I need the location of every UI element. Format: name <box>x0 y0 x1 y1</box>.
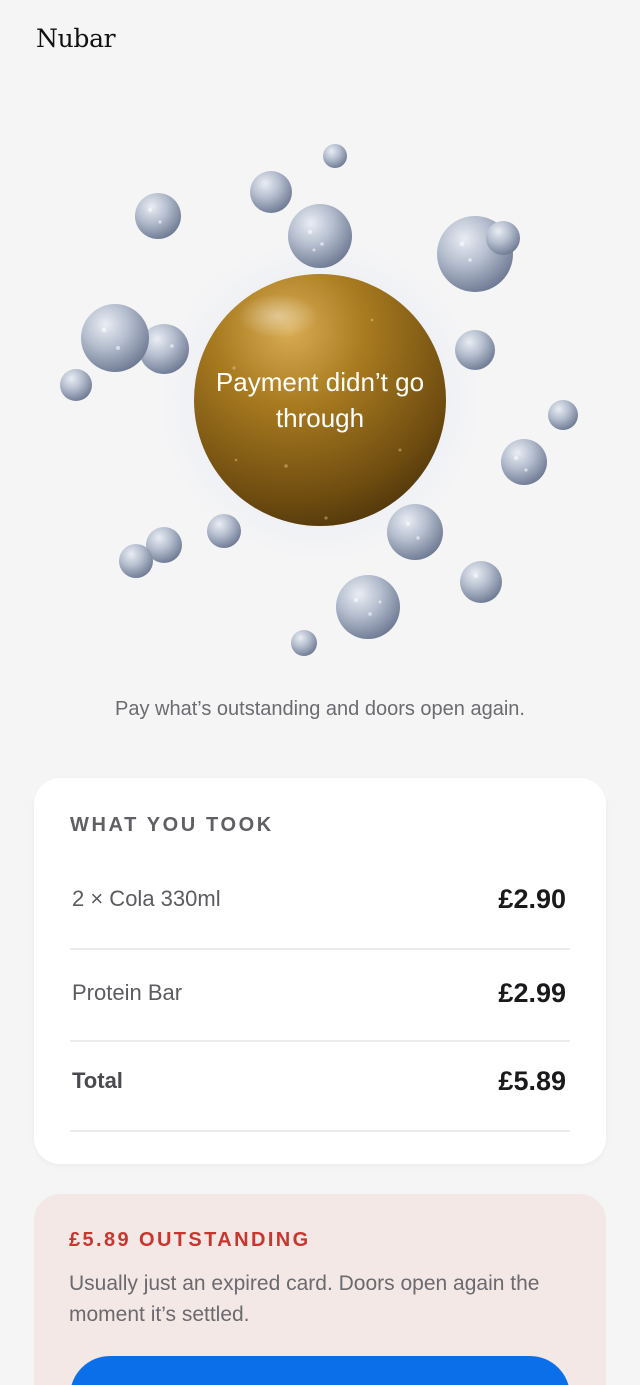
brand-logo: Nubar <box>36 24 116 53</box>
total-row: Total £5.89 <box>70 1042 570 1132</box>
outstanding-amount: £5.89 OUTSTANDING <box>69 1229 311 1251</box>
item-name: Protein Bar <box>72 980 183 1005</box>
order-summary-card: WHAT YOU TOOK 2 × Cola 330ml £2.90 Prote… <box>34 778 606 1164</box>
payment-failed-title: Payment didn’t go through <box>215 367 425 433</box>
order-summary-heading: WHAT YOU TOOK <box>70 814 274 836</box>
total-price: £5.89 <box>498 1066 566 1096</box>
total-label: Total <box>72 1068 123 1093</box>
payment-failed-illustration: Payment didn’t go through <box>0 120 640 680</box>
item-price: £2.90 <box>498 884 566 914</box>
instruction-text: Pay what’s outstanding and doors open ag… <box>115 698 525 720</box>
outstanding-balance-panel: £5.89 OUTSTANDING Usually just an expire… <box>34 1194 606 1385</box>
line-item: 2 × Cola 330ml £2.90 <box>70 858 570 950</box>
item-name: 2 × Cola 330ml <box>72 886 221 911</box>
outstanding-explanation: Usually just an expired card. Doors open… <box>69 1272 540 1326</box>
pay-outstanding-button[interactable] <box>70 1356 570 1385</box>
line-item: Protein Bar £2.99 <box>70 950 570 1042</box>
item-price: £2.99 <box>498 978 566 1008</box>
